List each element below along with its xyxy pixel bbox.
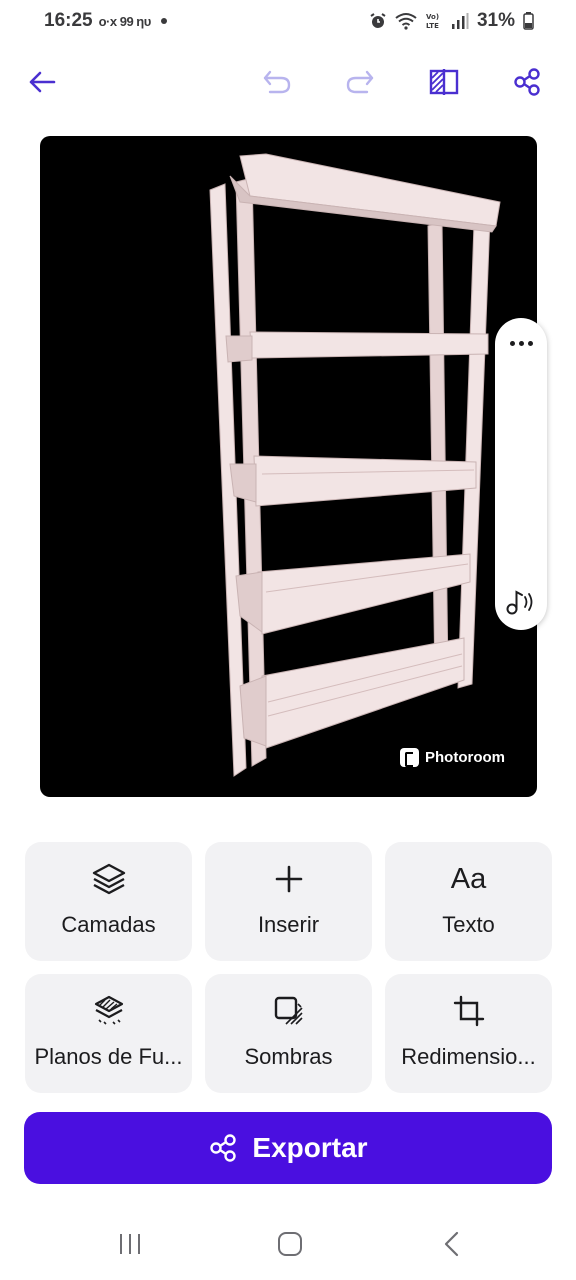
undo-button[interactable] (257, 62, 297, 102)
side-panel (495, 318, 547, 630)
system-nav-bar (0, 1212, 576, 1280)
tool-resize[interactable]: Redimensio... (385, 974, 552, 1093)
text-icon-glyph: Aa (450, 862, 487, 895)
undo-icon (263, 70, 291, 94)
music-note-icon (506, 590, 533, 615)
back-arrow-icon (29, 71, 56, 93)
back-nav-button[interactable] (430, 1224, 474, 1264)
wifi-icon (395, 12, 417, 30)
tool-label: Texto (442, 912, 495, 937)
volte-icon: Vo) LTE (425, 11, 443, 31)
chevron-left-icon (444, 1231, 459, 1257)
watermark-text: Photoroom (425, 749, 505, 766)
export-label: Exportar (252, 1132, 368, 1163)
export-button[interactable]: Exportar (24, 1112, 552, 1184)
editor-toolbar (0, 56, 576, 108)
backgrounds-icon (25, 994, 192, 1028)
battery-level: 31% (476, 10, 515, 31)
redo-button[interactable] (340, 62, 380, 102)
product-image-shelf[interactable] (40, 136, 537, 797)
notification-icons: o·x 99 ηυ (98, 13, 152, 29)
recent-apps-icon (120, 1234, 140, 1254)
signal-icon (451, 12, 469, 30)
tool-backgrounds[interactable]: Planos de Fu... (25, 974, 192, 1093)
tool-label: Planos de Fu... (34, 1044, 183, 1069)
status-time: 16:25 (44, 10, 93, 31)
tool-label: Redimensio... (401, 1044, 536, 1069)
tool-label: Sombras (244, 1044, 333, 1069)
photoroom-watermark: Photoroom (400, 748, 505, 767)
svg-text:Vo): Vo) (426, 13, 439, 21)
share-icon (210, 1134, 237, 1162)
music-button[interactable] (503, 584, 539, 620)
recent-apps-button[interactable] (108, 1224, 152, 1264)
home-button[interactable] (268, 1224, 312, 1264)
tool-shadows[interactable]: Sombras (205, 974, 372, 1093)
battery-icon (523, 12, 534, 30)
compare-icon (429, 69, 459, 95)
status-left: 16:25 o·x 99 ηυ (44, 10, 167, 32)
tool-insert[interactable]: Inserir (205, 842, 372, 961)
crop-icon (385, 994, 552, 1028)
tool-label: Inserir (257, 912, 320, 937)
image-canvas[interactable]: Photoroom (40, 136, 537, 797)
status-bar: 16:25 o·x 99 ηυ Vo) LTE 31% (0, 0, 576, 44)
more-notifications-dot (160, 18, 167, 24)
status-right: Vo) LTE 31% (369, 10, 534, 32)
more-dots-icon (509, 340, 515, 346)
text-icon: Aa (385, 862, 552, 896)
back-button[interactable] (22, 62, 62, 102)
tool-layers[interactable]: Camadas (25, 842, 192, 961)
home-icon (278, 1232, 302, 1256)
share-button[interactable] (507, 62, 547, 102)
photoroom-logo-icon (400, 748, 419, 767)
alarm-icon (369, 12, 387, 30)
shadow-icon (205, 994, 372, 1028)
tool-text[interactable]: Aa Texto (385, 842, 552, 961)
share-icon (514, 68, 540, 96)
svg-text:LTE: LTE (426, 22, 439, 30)
redo-icon (346, 70, 374, 94)
compare-button[interactable] (424, 62, 464, 102)
layers-icon (25, 862, 192, 896)
more-options-button[interactable] (495, 332, 547, 354)
plus-icon (205, 862, 372, 896)
tool-label: Camadas (61, 912, 156, 937)
